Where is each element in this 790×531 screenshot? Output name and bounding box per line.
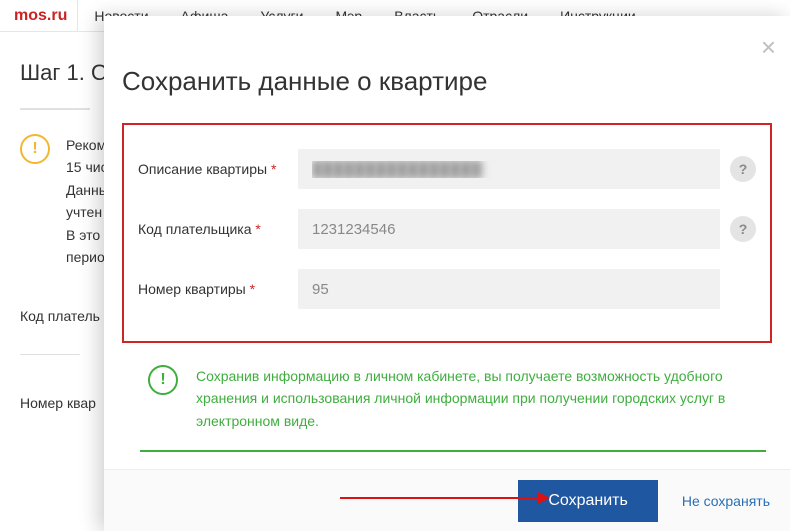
- info-icon: !: [148, 365, 178, 395]
- green-separator: [140, 450, 766, 452]
- bg-notice-line: Данны: [66, 179, 109, 201]
- payer-code-input[interactable]: [298, 209, 720, 249]
- bg-notice-line: В это: [66, 224, 109, 246]
- site-logo[interactable]: mos.ru: [4, 0, 78, 32]
- payer-code-label: Код плательщика *: [138, 220, 298, 238]
- apartment-number-input[interactable]: [298, 269, 720, 309]
- modal-title: Сохранить данные о квартире: [122, 66, 772, 97]
- save-apartment-modal: × Сохранить данные о квартире Описание к…: [104, 16, 790, 531]
- bg-notice-line: перио: [66, 246, 109, 268]
- save-button[interactable]: Сохранить: [518, 480, 658, 522]
- field-row-payer: Код плательщика * ?: [124, 199, 770, 259]
- close-icon[interactable]: ×: [761, 34, 776, 60]
- bg-notice-line: 15 чис: [66, 156, 109, 178]
- modal-footer: Сохранить Не сохранять: [104, 469, 790, 531]
- highlighted-form-area: Описание квартиры * ? Код плательщика * …: [122, 123, 772, 343]
- bg-notice-line: учтен: [66, 201, 109, 223]
- bg-notice-line: Реком: [66, 134, 109, 156]
- help-icon[interactable]: ?: [730, 156, 756, 182]
- bg-notice-text: Реком 15 чис Данны учтен В это перио: [66, 134, 109, 268]
- warning-icon: !: [20, 134, 50, 164]
- apartment-number-label: Номер квартиры *: [138, 280, 298, 298]
- cancel-link[interactable]: Не сохранять: [682, 493, 770, 509]
- field-row-apartment: Номер квартиры *: [124, 259, 770, 319]
- info-row: ! Сохранив информацию в личном кабинете,…: [122, 343, 772, 432]
- field-row-description: Описание квартиры * ?: [124, 139, 770, 199]
- info-text: Сохранив информацию в личном кабинете, в…: [196, 365, 762, 432]
- description-label: Описание квартиры *: [138, 160, 298, 178]
- help-icon[interactable]: ?: [730, 216, 756, 242]
- description-input[interactable]: [298, 149, 720, 189]
